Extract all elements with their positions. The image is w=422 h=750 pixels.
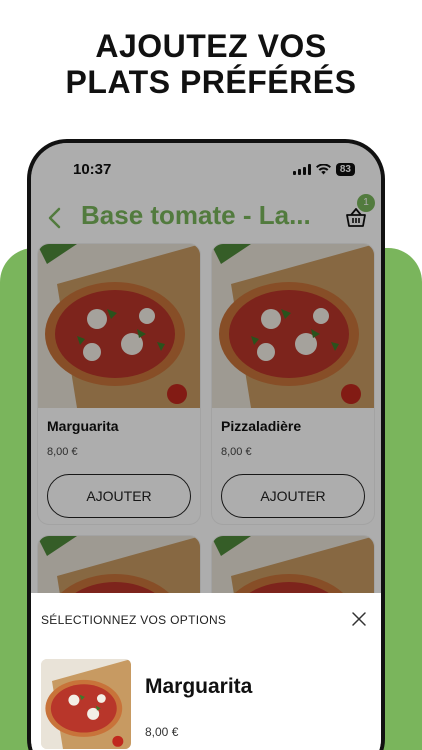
phone-screen: 10:37 83 Base tomate - La... 1 Marguarit… [31,143,381,750]
selected-product-name: Marguarita [145,675,253,698]
close-icon[interactable] [351,611,367,627]
headline-line-1: AJOUTEZ VOS [95,28,327,64]
promo-headline: AJOUTEZ VOS PLATS PRÉFÉRÉS [0,28,422,100]
phone-frame: 10:37 83 Base tomate - La... 1 Marguarit… [27,139,385,750]
sheet-title: SÉLECTIONNEZ VOS OPTIONS [41,613,227,627]
selected-product-price: 8,00 € [145,725,179,739]
selected-pizza-photo [41,659,131,749]
headline-line-2: PLATS PRÉFÉRÉS [65,64,357,100]
options-sheet: SÉLECTIONNEZ VOS OPTIONS Marguarita 8,00… [31,593,381,750]
